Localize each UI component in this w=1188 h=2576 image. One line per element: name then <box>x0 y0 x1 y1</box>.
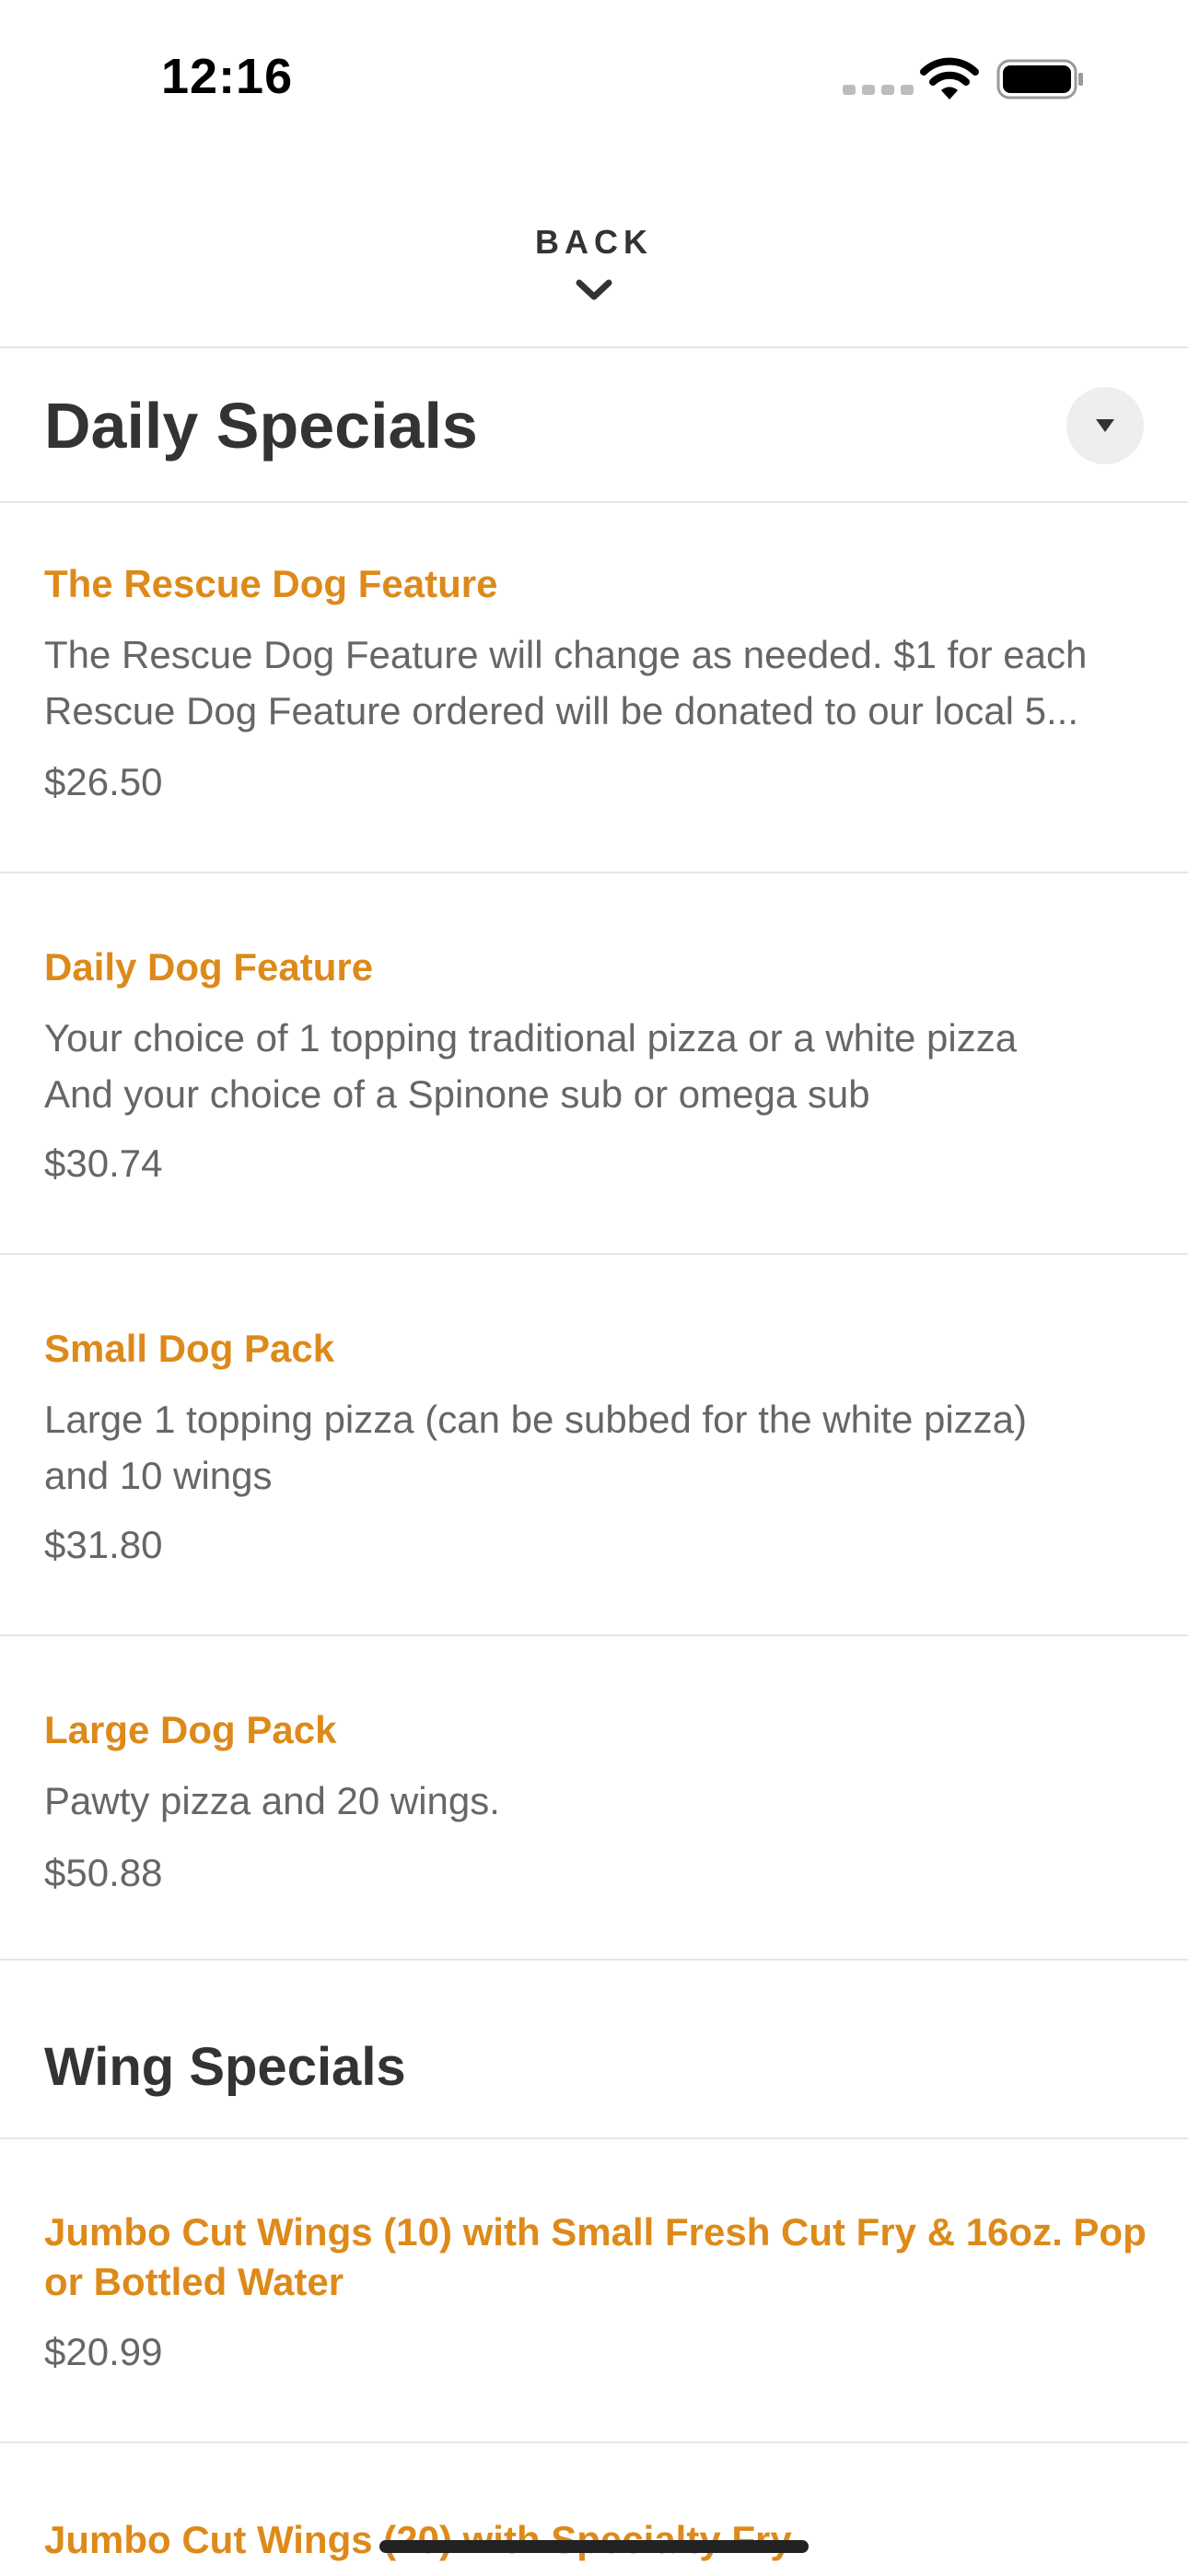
menu-item[interactable]: Small Dog Pack Large 1 topping pizza (ca… <box>0 1255 1188 1636</box>
menu-item[interactable]: Jumbo Cut Wings (10) with Small Fresh Cu… <box>0 2139 1188 2443</box>
item-name: The Rescue Dog Feature <box>44 562 498 605</box>
item-name: Large Dog Pack <box>44 1708 337 1751</box>
item-name: Small Dog Pack <box>44 1327 335 1370</box>
item-description-line: and 10 wings <box>44 1454 273 1497</box>
menu-item[interactable]: The Rescue Dog Feature The Rescue Dog Fe… <box>0 503 1188 873</box>
item-description-line: The Rescue Dog Feature will change as ne… <box>44 633 1088 676</box>
item-price: $31.80 <box>44 1523 163 1566</box>
chevron-down-icon <box>576 279 612 300</box>
status-bar: 12:16 <box>0 0 1188 157</box>
collapse-section-button[interactable] <box>1066 387 1144 464</box>
item-price: $30.74 <box>44 1142 163 1185</box>
item-description-line: Rescue Dog Feature ordered will be donat… <box>44 689 1078 732</box>
item-name-line: or Bottled Water <box>44 2260 344 2303</box>
item-description-line: And your choice of a Spinone sub or omeg… <box>44 1072 870 1116</box>
section-header-wing-specials: Wing Specials <box>0 1961 1188 2139</box>
item-description-line: Your choice of 1 topping traditional piz… <box>44 1016 1018 1060</box>
menu-item[interactable]: Large Dog Pack Pawty pizza and 20 wings.… <box>0 1636 1188 1961</box>
item-name-line: Jumbo Cut Wings (10) with Small Fresh Cu… <box>44 2210 1147 2254</box>
item-description-line: Large 1 topping pizza (can be subbed for… <box>44 1398 1028 1441</box>
home-indicator[interactable] <box>379 2540 809 2553</box>
cellular-signal-icon <box>843 85 914 95</box>
item-price: $26.50 <box>44 760 163 803</box>
status-time: 12:16 <box>161 49 294 104</box>
caret-down-icon <box>1096 419 1114 432</box>
wifi-icon <box>920 57 979 100</box>
section-header-daily-specials: Daily Specials <box>0 348 1188 503</box>
section-title: Wing Specials <box>44 2037 406 2097</box>
item-price: $50.88 <box>44 1851 163 1894</box>
menu-item[interactable]: Jumbo Cut Wings (20) with Specialty Fry <box>0 2443 1188 2576</box>
back-button[interactable]: BACK <box>0 157 1188 348</box>
section-title: Daily Specials <box>44 390 478 462</box>
item-price: $20.99 <box>44 2330 163 2373</box>
back-label: BACK <box>535 223 653 261</box>
menu-item[interactable]: Daily Dog Feature Your choice of 1 toppi… <box>0 873 1188 1255</box>
battery-icon <box>996 59 1083 100</box>
item-name: Daily Dog Feature <box>44 945 374 989</box>
item-description-line: Pawty pizza and 20 wings. <box>44 1779 500 1822</box>
